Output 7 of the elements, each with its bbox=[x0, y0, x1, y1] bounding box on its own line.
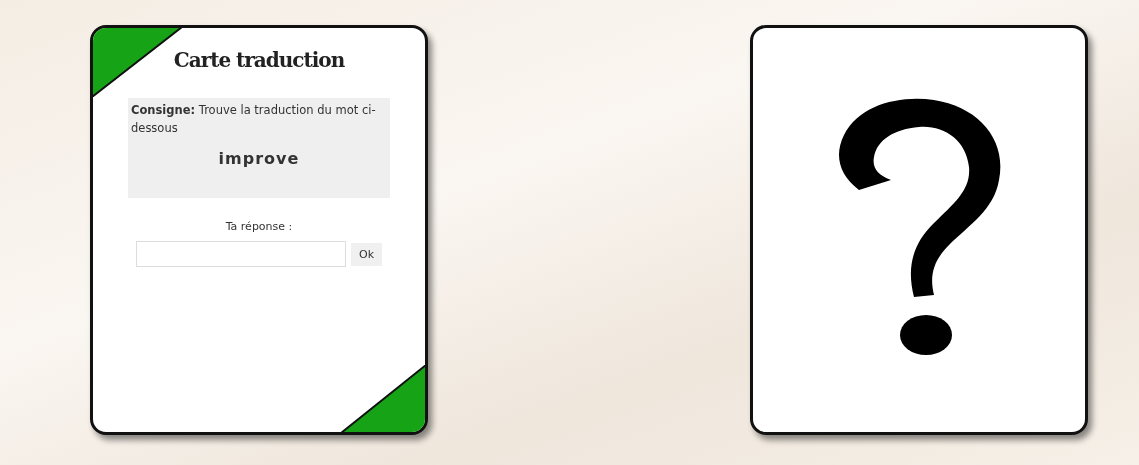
corner-triangle-icon bbox=[341, 365, 425, 432]
card-title: Carte traduction bbox=[173, 48, 345, 72]
ok-button[interactable]: Ok bbox=[351, 242, 382, 266]
answer-field[interactable] bbox=[136, 241, 346, 267]
answer-label: Ta réponse : bbox=[225, 220, 293, 233]
instruction-text: Consigne: Trouve la traduction du mot ci-dessous bbox=[131, 102, 377, 137]
word-to-translate: improve bbox=[218, 149, 300, 168]
